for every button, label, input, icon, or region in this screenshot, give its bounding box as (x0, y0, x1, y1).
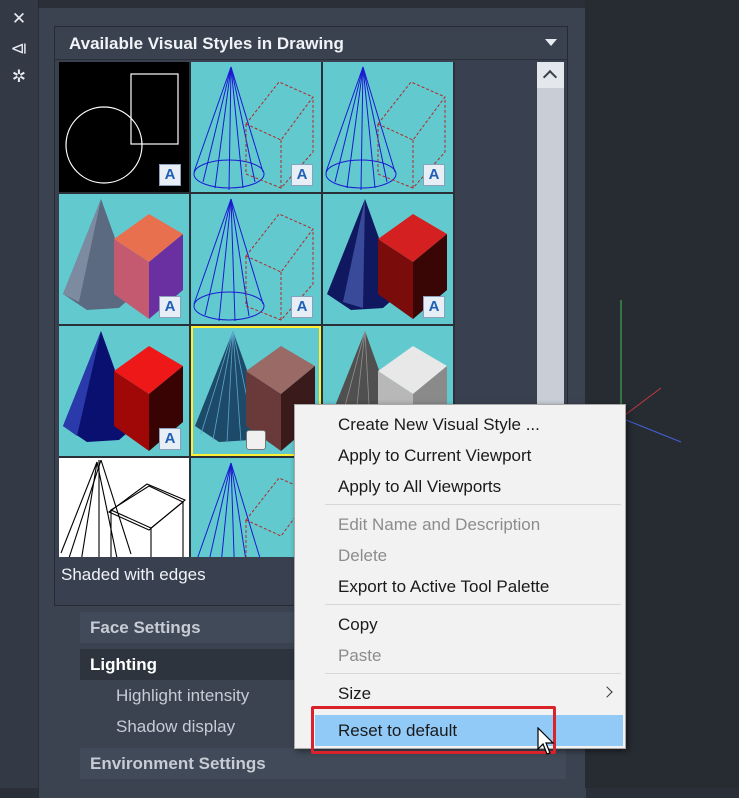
menu-separator (325, 504, 621, 505)
menu-item-export-tool-palette[interactable]: Export to Active Tool Palette (295, 571, 625, 602)
visual-style-shaded[interactable]: A (323, 194, 453, 324)
menu-item-apply-all-viewports[interactable]: Apply to All Viewports (295, 471, 625, 502)
menu-item-copy[interactable]: Copy (295, 609, 625, 640)
menu-item-size-label: Size (338, 684, 372, 703)
custom-style-badge-icon (246, 430, 266, 450)
palette-title-strip: ✕ ⧏ ✲ (0, 0, 39, 788)
visual-style-conceptual[interactable]: A (191, 62, 321, 192)
scroll-up-button[interactable] (537, 62, 564, 88)
autocad-badge-icon: A (423, 164, 445, 186)
collapse-arrow-icon[interactable] (545, 39, 557, 46)
selected-style-name: Shaded with edges (61, 565, 206, 584)
submenu-chevron-icon (601, 686, 613, 698)
visual-style-2d-wireframe[interactable]: A (59, 62, 189, 192)
auto-hide-icon[interactable]: ⧏ (9, 39, 29, 59)
menu-item-delete: Delete (338, 546, 388, 565)
autocad-badge-icon: A (423, 296, 445, 318)
menu-item-paste: Paste (338, 646, 382, 665)
menu-item-apply-current-viewport[interactable]: Apply to Current Viewport (295, 440, 625, 471)
menu-separator (325, 673, 621, 674)
context-menu: Create New Visual Style ... Apply to Cur… (294, 404, 626, 749)
visual-style-realistic[interactable]: A (59, 194, 189, 324)
red-highlight-box (311, 706, 556, 754)
autocad-badge-icon: A (159, 164, 181, 186)
menu-item-create-new-visual-style[interactable]: Create New Visual Style ... (295, 409, 625, 440)
properties-icon[interactable]: ✲ (9, 67, 29, 87)
autocad-badge-icon: A (159, 296, 181, 318)
menu-item-edit-name-description: Edit Name and Description (338, 515, 541, 534)
mouse-cursor-icon (537, 727, 555, 755)
autocad-badge-icon: A (291, 164, 313, 186)
close-icon[interactable]: ✕ (9, 9, 29, 29)
panel-title: Available Visual Styles in Drawing (69, 34, 344, 53)
panel-header[interactable]: Available Visual Styles in Drawing (55, 27, 567, 60)
visual-style-shaded-edges[interactable]: A (59, 326, 189, 456)
autocad-badge-icon: A (291, 296, 313, 318)
visual-style-wireframe[interactable]: A (191, 194, 321, 324)
visual-style-hidden[interactable]: A (323, 62, 453, 192)
visual-style-sketchy[interactable] (59, 458, 189, 557)
menu-item-size[interactable]: Size (295, 678, 625, 709)
autocad-badge-icon: A (159, 428, 181, 450)
menu-separator (325, 604, 621, 605)
